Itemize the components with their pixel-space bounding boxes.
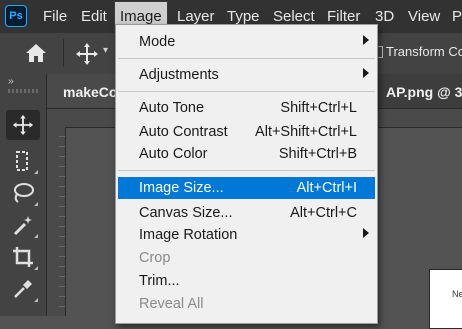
menu-item-label: Image Size... — [139, 180, 224, 196]
eyedropper-icon — [14, 280, 32, 298]
document-tab[interactable]: AP.png @ 33 — [377, 74, 462, 108]
document-text: Ne — [452, 289, 462, 299]
menu-separator — [118, 91, 375, 92]
submenu-arrow-icon — [363, 68, 369, 78]
menu-file[interactable]: File — [38, 0, 72, 33]
tool-group-indicator — [34, 170, 38, 174]
options-separator — [63, 39, 64, 67]
menu-item-label: Reveal All — [139, 296, 204, 312]
move-icon — [12, 114, 34, 136]
tools-panel: ›› — [0, 74, 47, 316]
menu-separator — [118, 58, 375, 59]
tool-group-indicator — [34, 202, 38, 206]
menu-view[interactable]: View — [403, 0, 445, 33]
eyedropper-tool[interactable] — [6, 274, 40, 304]
menu-item-image-rotation[interactable]: Image Rotation — [118, 224, 375, 246]
marquee-tool[interactable] — [6, 146, 40, 176]
menu-item-crop[interactable]: Crop — [118, 247, 375, 269]
menu-item-label: Image Rotation — [139, 227, 238, 243]
menu-edit[interactable]: Edit — [76, 0, 112, 33]
menu-item-label: Auto Contrast — [139, 124, 228, 140]
menu-plugins[interactable]: P — [447, 0, 462, 33]
submenu-arrow-icon — [363, 35, 369, 45]
menu-item-shortcut: Shift+Ctrl+B — [278, 146, 357, 162]
menu-item-shortcut: Alt+Ctrl+I — [296, 180, 357, 196]
menu-item-label: Auto Tone — [139, 100, 205, 116]
tool-group-indicator — [34, 234, 38, 238]
menu-item-trim[interactable]: Trim... — [118, 270, 375, 292]
move-tool[interactable] — [6, 110, 40, 140]
tool-preset-chevron-icon[interactable]: ▾ — [103, 45, 108, 56]
menu-item-label: Canvas Size... — [139, 205, 233, 221]
crop-icon — [13, 247, 33, 267]
menu-item-label: Crop — [139, 250, 171, 266]
crop-tool[interactable] — [6, 242, 40, 272]
rectangular-marquee-icon — [16, 151, 28, 171]
tool-group-indicator — [34, 266, 38, 270]
menu-item-adjustments[interactable]: Adjustments — [118, 64, 375, 86]
menu-item-label: Mode — [139, 34, 176, 50]
submenu-arrow-icon — [363, 228, 369, 238]
menu-item-shortcut: Alt+Shift+Ctrl+L — [255, 124, 357, 140]
transform-controls-label: Transform Co — [386, 44, 462, 59]
menu-item-canvas-size[interactable]: Canvas Size... Alt+Ctrl+C — [118, 202, 375, 224]
panel-grip[interactable] — [8, 89, 38, 93]
lasso-tool[interactable] — [6, 178, 40, 208]
menu-item-shortcut: Alt+Ctrl+C — [290, 205, 357, 221]
menu-item-auto-tone[interactable]: Auto Tone Shift+Ctrl+L — [118, 97, 375, 119]
menu-item-reveal-all[interactable]: Reveal All — [118, 293, 375, 315]
collapse-panel-icon[interactable]: ›› — [8, 76, 14, 87]
menu-item-auto-color[interactable]: Auto Color Shift+Ctrl+B — [118, 143, 375, 165]
menu-item-image-size[interactable]: Image Size... Alt+Ctrl+I — [118, 177, 375, 199]
menu-item-label: Trim... — [139, 273, 180, 289]
magic-wand-tool[interactable] — [6, 210, 40, 240]
menu-item-label: Auto Color — [139, 146, 208, 162]
menu-separator — [118, 170, 375, 171]
document-canvas[interactable]: Ne — [429, 269, 462, 329]
move-tool-icon[interactable] — [74, 41, 100, 67]
photoshop-logo: Ps — [5, 5, 27, 27]
menu-item-label: Adjustments — [139, 67, 219, 83]
lasso-icon — [14, 183, 34, 203]
menu-item-shortcut: Shift+Ctrl+L — [280, 100, 357, 116]
menu-item-mode[interactable]: Mode — [118, 31, 375, 53]
vertical-ruler[interactable] — [47, 127, 66, 316]
tool-group-indicator — [34, 298, 38, 302]
magic-wand-icon — [13, 216, 32, 236]
menu-item-auto-contrast[interactable]: Auto Contrast Alt+Shift+Ctrl+L — [118, 121, 375, 143]
home-icon[interactable] — [24, 42, 48, 64]
image-menu-dropdown: Mode Adjustments Auto Tone Shift+Ctrl+L … — [115, 24, 378, 324]
